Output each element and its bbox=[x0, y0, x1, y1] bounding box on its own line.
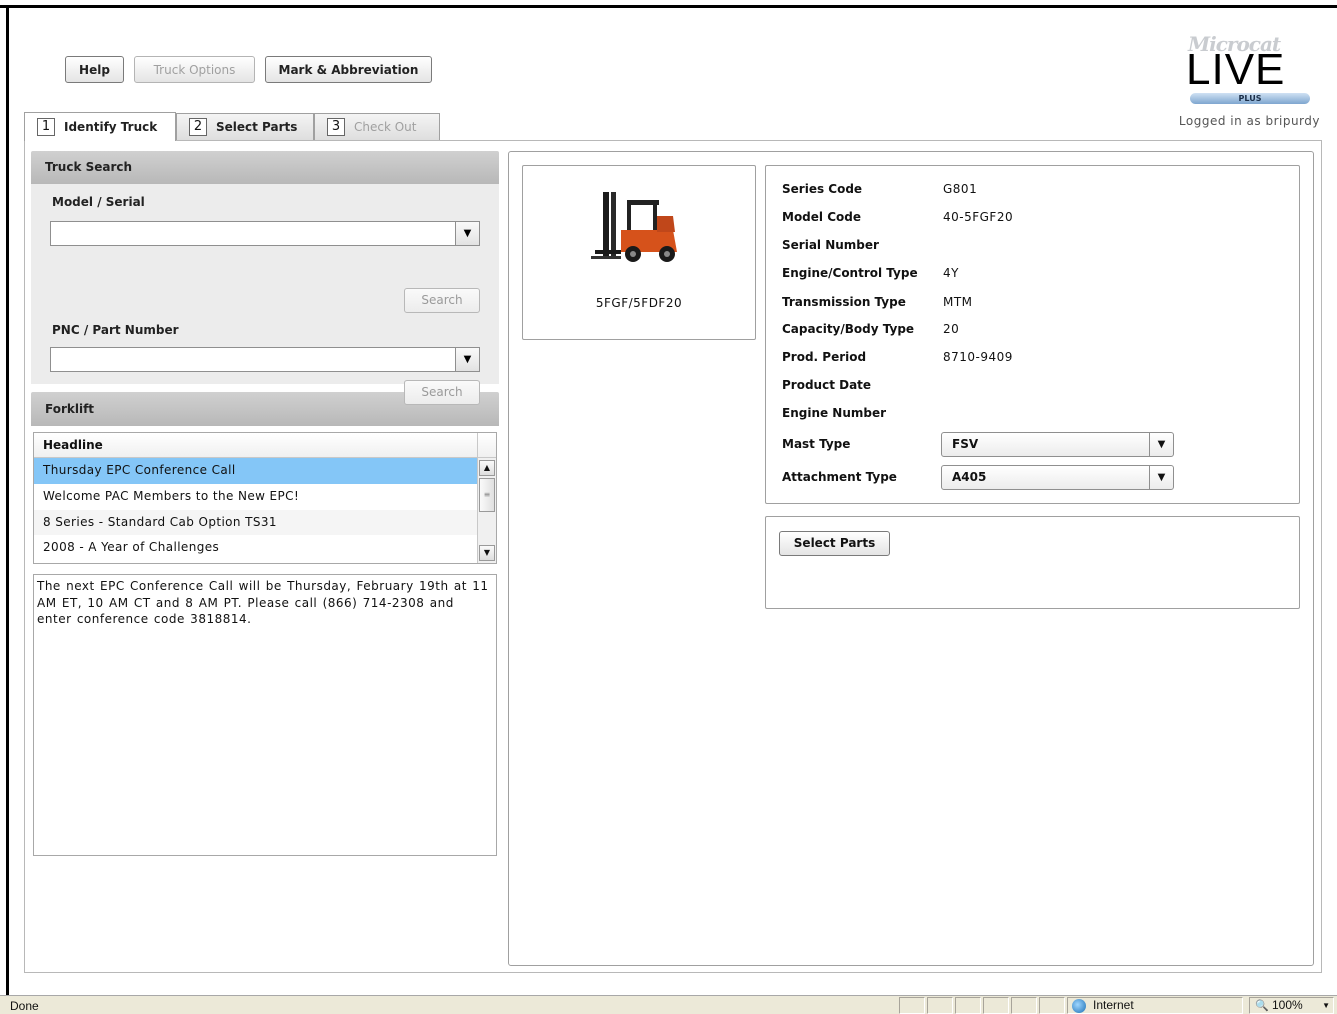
chevron-down-icon[interactable]: ▼ bbox=[455, 348, 479, 371]
engine-control-type-value: 4Y bbox=[943, 266, 959, 280]
prod-period-label: Prod. Period bbox=[782, 350, 867, 364]
status-cell bbox=[1011, 997, 1037, 1014]
chevron-down-icon[interactable]: ▼ bbox=[1149, 433, 1173, 456]
microcat-live-logo: Microcat LIVE PLUS bbox=[1184, 32, 1314, 107]
status-cell bbox=[1039, 997, 1065, 1014]
tab-number: 2 bbox=[189, 118, 207, 136]
action-box: Select Parts bbox=[765, 516, 1300, 609]
list-item[interactable]: Thursday EPC Conference Call bbox=[34, 458, 478, 484]
pnc-part-number-combo[interactable]: ▼ bbox=[50, 347, 480, 372]
tab-label: Select Parts bbox=[216, 120, 298, 134]
truck-search-section: Model / Serial ▼ Search PNC / Part Numbe… bbox=[31, 184, 499, 405]
pnc-part-number-input[interactable] bbox=[53, 349, 453, 370]
mast-type-label: Mast Type bbox=[782, 437, 851, 451]
window-frame-left bbox=[6, 5, 9, 995]
left-panel: Truck Search Model / Serial ▼ Search PNC… bbox=[31, 151, 499, 426]
engine-control-type-label: Engine/Control Type bbox=[782, 266, 918, 280]
security-zone[interactable]: Internet bbox=[1067, 997, 1243, 1014]
zoom-control[interactable]: 🔍 100% ▼ bbox=[1249, 997, 1334, 1014]
tab-number: 1 bbox=[37, 118, 55, 136]
model-search-button[interactable]: Search bbox=[404, 288, 480, 313]
serial-number-label: Serial Number bbox=[782, 238, 879, 252]
mark-abbreviation-button[interactable]: Mark & Abbreviation bbox=[265, 56, 432, 83]
chevron-down-icon[interactable]: ▼ bbox=[1149, 466, 1173, 489]
tab-number: 3 bbox=[327, 118, 345, 136]
window-frame-top bbox=[0, 5, 1337, 8]
series-code-value: G801 bbox=[943, 182, 978, 196]
pnc-part-number-label: PNC / Part Number bbox=[52, 323, 179, 337]
news-scrollbar[interactable]: ▲ ≡ ▼ bbox=[477, 458, 496, 563]
tab-label: Check Out bbox=[354, 120, 417, 134]
zoom-level: 100% bbox=[1272, 998, 1303, 1012]
chevron-down-icon[interactable]: ▼ bbox=[1322, 998, 1330, 1013]
browser-status-bar: Done Internet 🔍 100% ▼ bbox=[0, 995, 1337, 1014]
truck-model-caption: 5FGF/5FDF20 bbox=[595, 296, 683, 310]
news-list: Headline Thursday EPC Conference Call We… bbox=[33, 432, 497, 564]
scroll-down-arrow-icon[interactable]: ▼ bbox=[479, 545, 495, 561]
magnifier-icon: 🔍 bbox=[1255, 1000, 1269, 1012]
status-cell bbox=[955, 997, 981, 1014]
truck-image-box: 5FGF/5FDF20 bbox=[522, 165, 756, 340]
mast-type-select[interactable]: FSV ▼ bbox=[941, 432, 1174, 457]
tab-select-parts[interactable]: 2 Select Parts bbox=[176, 113, 314, 140]
scroll-thumb[interactable]: ≡ bbox=[479, 478, 495, 512]
status-cell bbox=[899, 997, 925, 1014]
prod-period-value: 8710-9409 bbox=[943, 350, 1013, 364]
list-item[interactable]: 2008 - A Year of Challenges bbox=[34, 535, 478, 561]
model-code-label: Model Code bbox=[782, 210, 861, 224]
series-code-label: Series Code bbox=[782, 182, 863, 196]
mast-type-value: FSV bbox=[952, 437, 979, 451]
logo-live-text: LIVE bbox=[1186, 45, 1286, 94]
capacity-body-type-label: Capacity/Body Type bbox=[782, 322, 915, 336]
logged-in-text: Logged in as bripurdy bbox=[1178, 114, 1320, 128]
help-button[interactable]: Help bbox=[65, 56, 124, 83]
model-serial-input[interactable] bbox=[53, 223, 453, 244]
engine-number-label: Engine Number bbox=[782, 406, 887, 420]
model-serial-combo[interactable]: ▼ bbox=[50, 221, 480, 246]
header-corner bbox=[477, 433, 496, 458]
truck-options-button[interactable]: Truck Options bbox=[134, 56, 255, 83]
logo-plus-text: PLUS bbox=[1190, 93, 1310, 104]
status-cell bbox=[983, 997, 1009, 1014]
transmission-type-label: Transmission Type bbox=[782, 295, 906, 309]
truck-info-box: Series Code G801 Model Code 40-5FGF20 Se… bbox=[765, 165, 1300, 504]
zone-label: Internet bbox=[1093, 998, 1134, 1012]
list-item[interactable]: 8 Series - Standard Cab Option TS31 bbox=[34, 509, 478, 536]
attachment-type-select[interactable]: A405 ▼ bbox=[941, 465, 1174, 490]
status-text: Done bbox=[10, 999, 39, 1013]
globe-icon bbox=[1072, 999, 1086, 1013]
attachment-type-value: A405 bbox=[952, 470, 987, 484]
select-parts-button[interactable]: Select Parts bbox=[779, 531, 890, 556]
model-serial-label: Model / Serial bbox=[52, 195, 145, 209]
forklift-image bbox=[581, 186, 701, 281]
scroll-up-arrow-icon[interactable]: ▲ bbox=[479, 460, 495, 476]
truck-search-header: Truck Search bbox=[31, 151, 499, 184]
transmission-type-value: MTM bbox=[943, 295, 973, 309]
headline-column-header[interactable]: Headline bbox=[34, 433, 496, 458]
capacity-body-type-value: 20 bbox=[943, 322, 960, 336]
tab-check-out[interactable]: 3 Check Out bbox=[314, 113, 440, 140]
attachment-type-label: Attachment Type bbox=[782, 470, 897, 484]
status-cell bbox=[927, 997, 953, 1014]
model-code-value: 40-5FGF20 bbox=[943, 210, 1014, 224]
tab-identify-truck[interactable]: 1 Identify Truck bbox=[24, 112, 176, 141]
news-detail-text: The next EPC Conference Call will be Thu… bbox=[33, 574, 497, 856]
list-item[interactable]: Welcome PAC Members to the New EPC! bbox=[34, 484, 478, 510]
chevron-down-icon[interactable]: ▼ bbox=[455, 222, 479, 245]
product-date-label: Product Date bbox=[782, 378, 872, 392]
pnc-search-button[interactable]: Search bbox=[404, 380, 480, 405]
tab-label: Identify Truck bbox=[64, 120, 158, 134]
